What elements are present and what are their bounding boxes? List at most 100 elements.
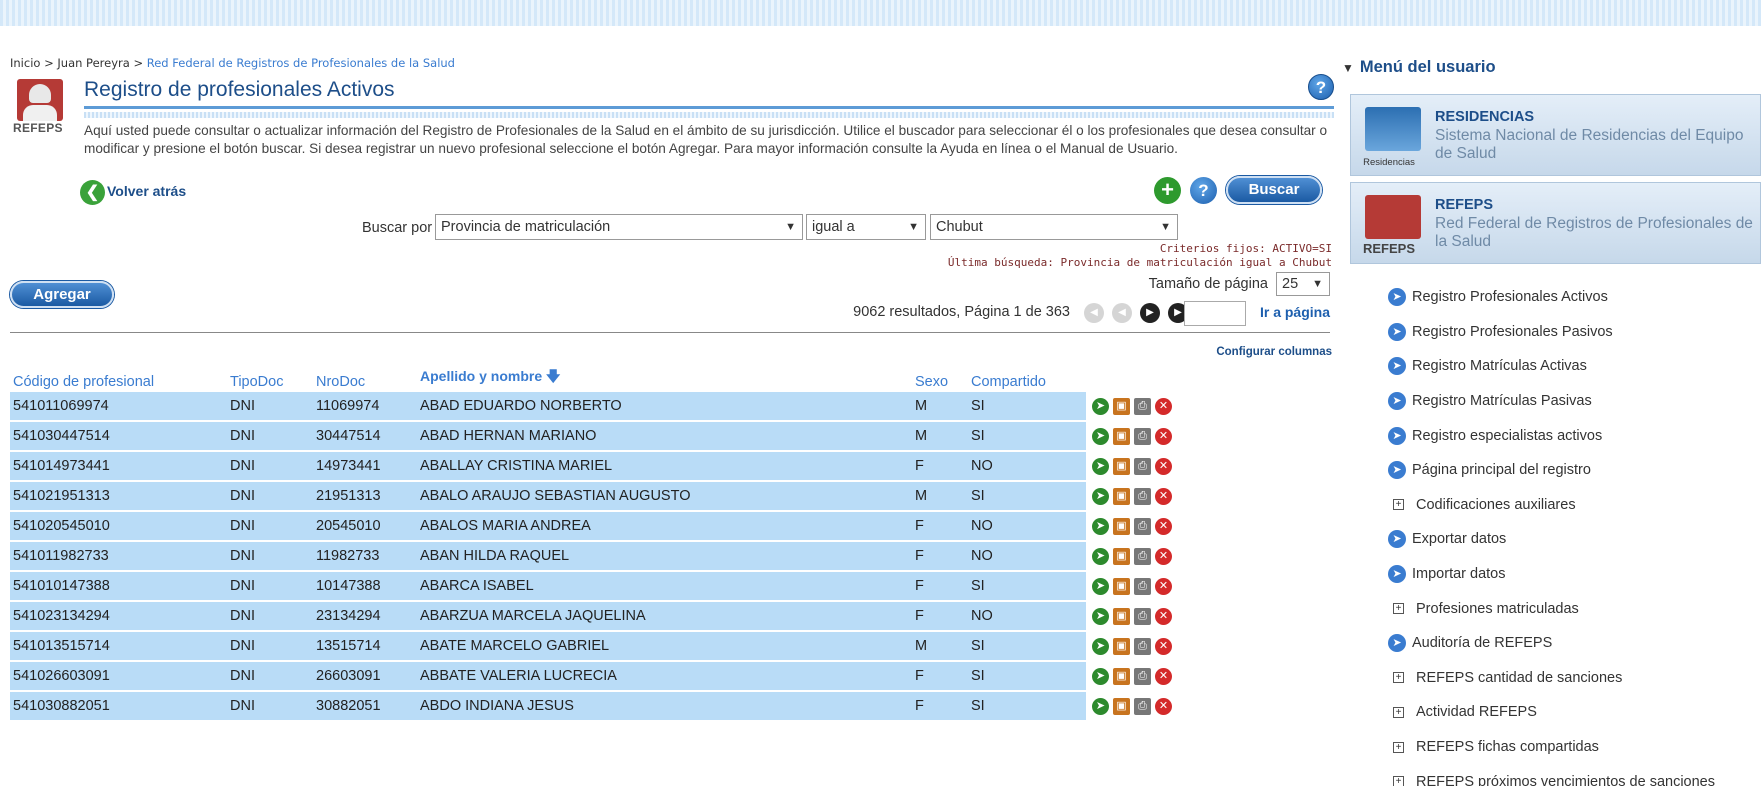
table-row[interactable]: 541021951313 DNI 21951313 ABALO ARAUJO SEBA… [10,482,1330,510]
page-size-select[interactable]: 25 ▼ [1276,272,1330,296]
print-icon[interactable]: ⎙ [1134,637,1151,655]
sidebar-item-sanciones[interactable]: + REFEPS cantidad de sanciones [1388,661,1761,696]
delete-icon[interactable]: ✕ [1155,397,1172,415]
sidebar-item-label: REFEPS cantidad de sanciones [1416,669,1623,686]
table-row[interactable]: 541014973441 DNI 14973441 ABALLAY CRISTINA … [10,452,1330,480]
view-arrow-icon[interactable]: ➤ [1092,487,1109,505]
card-icon[interactable]: ▣ [1113,427,1130,445]
sidebar-item-vencimientos[interactable]: + REFEPS próximos vencimientos de sancion… [1388,764,1761,786]
page-number-input[interactable] [1184,301,1246,326]
column-header-shared[interactable]: Compartido [968,364,1086,390]
delete-icon[interactable]: ✕ [1155,637,1172,655]
delete-icon[interactable]: ✕ [1155,697,1172,715]
sidebar-item-auditoria[interactable]: ➤ Auditoría de REFEPS [1388,626,1761,661]
sidebar-item-especialistas[interactable]: ➤ Registro especialistas activos [1388,418,1761,453]
delete-icon[interactable]: ✕ [1155,667,1172,685]
view-arrow-icon[interactable]: ➤ [1092,637,1109,655]
delete-icon[interactable]: ✕ [1155,607,1172,625]
print-icon[interactable]: ⎙ [1134,577,1151,595]
view-arrow-icon[interactable]: ➤ [1092,607,1109,625]
table-row[interactable]: 541011982733 DNI 11982733 ABAN HILDA RAQUEL… [10,542,1330,570]
card-icon[interactable]: ▣ [1113,637,1130,655]
view-arrow-icon[interactable]: ➤ [1092,667,1109,685]
sidebar-item-profesionales-activos[interactable]: ➤ Registro Profesionales Activos [1388,280,1761,315]
sidebar-item-matriculas-activas[interactable]: ➤ Registro Matrículas Activas [1388,349,1761,384]
card-icon[interactable]: ▣ [1113,697,1130,715]
print-icon[interactable]: ⎙ [1134,667,1151,685]
delete-icon[interactable]: ✕ [1155,547,1172,565]
table-row[interactable]: 541026603091 DNI 26603091 ABBATE VALERIA LU… [10,662,1330,690]
sidebar-item-profesiones[interactable]: + Profesiones matriculadas [1388,591,1761,626]
print-icon[interactable]: ⎙ [1134,547,1151,565]
card-icon[interactable]: ▣ [1113,457,1130,475]
column-header-sex[interactable]: Sexo [912,364,968,390]
print-icon[interactable]: ⎙ [1134,517,1151,535]
sidebar-item-pagina-principal[interactable]: ➤ Página principal del registro [1388,453,1761,488]
breadcrumb-home[interactable]: Inicio [10,56,40,70]
sidebar-item-importar[interactable]: ➤ Importar datos [1388,557,1761,592]
card-icon[interactable]: ▣ [1113,607,1130,625]
add-icon[interactable]: + [1154,177,1181,204]
sidebar-item-matriculas-pasivas[interactable]: ➤ Registro Matrículas Pasivas [1388,384,1761,419]
help-icon[interactable]: ? [1190,177,1217,204]
view-arrow-icon[interactable]: ➤ [1092,427,1109,445]
table-row[interactable]: 541023134294 DNI 23134294 ABARZUA MARCELA J… [10,602,1330,630]
table-row[interactable]: 541013515714 DNI 13515714 ABATE MARCELO GAB… [10,632,1330,660]
print-icon[interactable]: ⎙ [1134,697,1151,715]
first-page-icon[interactable]: ◀ [1084,303,1104,323]
search-operator-select[interactable]: igual a ▼ [806,214,926,240]
search-button[interactable]: Buscar [1226,176,1322,204]
prev-page-icon[interactable]: ◀ [1112,303,1132,323]
goto-page-link[interactable]: Ir a página [1260,304,1330,320]
delete-icon[interactable]: ✕ [1155,577,1172,595]
table-row[interactable]: 541020545010 DNI 20545010 ABALOS MARIA ANDR… [10,512,1330,540]
expand-plus-icon: + [1393,741,1404,753]
print-icon[interactable]: ⎙ [1134,397,1151,415]
table-row[interactable]: 541030447514 DNI 30447514 ABAD HERNAN MARIA… [10,422,1330,450]
next-page-icon[interactable]: ▶ [1140,303,1160,323]
arrow-right-icon: ➤ [1388,392,1406,411]
card-icon[interactable]: ▣ [1113,397,1130,415]
card-icon[interactable]: ▣ [1113,547,1130,565]
view-arrow-icon[interactable]: ➤ [1092,457,1109,475]
sidebar-item-profesionales-pasivos[interactable]: ➤ Registro Profesionales Pasivos [1388,315,1761,350]
delete-icon[interactable]: ✕ [1155,487,1172,505]
view-arrow-icon[interactable]: ➤ [1092,577,1109,595]
view-arrow-icon[interactable]: ➤ [1092,697,1109,715]
card-icon[interactable]: ▣ [1113,517,1130,535]
breadcrumb-user[interactable]: Juan Pereyra [57,56,129,70]
search-field-select[interactable]: Provincia de matriculación ▼ [435,214,803,240]
search-value-select[interactable]: Chubut ▼ [930,214,1178,240]
column-header-name[interactable]: Apellido y nombre 🡇 [417,364,912,390]
delete-icon[interactable]: ✕ [1155,427,1172,445]
print-icon[interactable]: ⎙ [1134,457,1151,475]
view-arrow-icon[interactable]: ➤ [1092,397,1109,415]
card-icon[interactable]: ▣ [1113,487,1130,505]
help-icon[interactable]: ? [1308,74,1334,100]
app-card-refeps[interactable]: REFEPS REFEPS Red Federal de Registros d… [1350,182,1761,264]
print-icon[interactable]: ⎙ [1134,607,1151,625]
card-icon[interactable]: ▣ [1113,667,1130,685]
print-icon[interactable]: ⎙ [1134,427,1151,445]
sidebar-item-actividad[interactable]: + Actividad REFEPS [1388,695,1761,730]
sidebar-title[interactable]: ▼ Menú del usuario [1342,58,1761,80]
configure-columns-link[interactable]: Configurar columnas [1216,346,1332,358]
column-header-doctype[interactable]: TipoDoc [227,364,313,390]
card-icon[interactable]: ▣ [1113,577,1130,595]
back-link[interactable]: ❮ Volver atrás [80,180,186,205]
sidebar-item-codificaciones[interactable]: + Codificaciones auxiliares [1388,488,1761,523]
table-row[interactable]: 541011069974 DNI 11069974 ABAD EDUARDO NORB… [10,392,1330,420]
column-header-code[interactable]: Código de profesional [10,364,227,390]
print-icon[interactable]: ⎙ [1134,487,1151,505]
table-row[interactable]: 541030882051 DNI 30882051 ABDO INDIANA JESU… [10,692,1330,720]
add-button[interactable]: Agregar [10,281,114,308]
view-arrow-icon[interactable]: ➤ [1092,547,1109,565]
column-header-docnum[interactable]: NroDoc [313,364,417,390]
delete-icon[interactable]: ✕ [1155,457,1172,475]
sidebar-item-fichas-compartidas[interactable]: + REFEPS fichas compartidas [1388,730,1761,765]
delete-icon[interactable]: ✕ [1155,517,1172,535]
sidebar-item-exportar[interactable]: ➤ Exportar datos [1388,522,1761,557]
view-arrow-icon[interactable]: ➤ [1092,517,1109,535]
app-card-residencias[interactable]: Residencias RESIDENCIAS Sistema Nacional… [1350,94,1761,176]
table-row[interactable]: 541010147388 DNI 10147388 ABARCA ISABEL F SI ➤… [10,572,1330,600]
